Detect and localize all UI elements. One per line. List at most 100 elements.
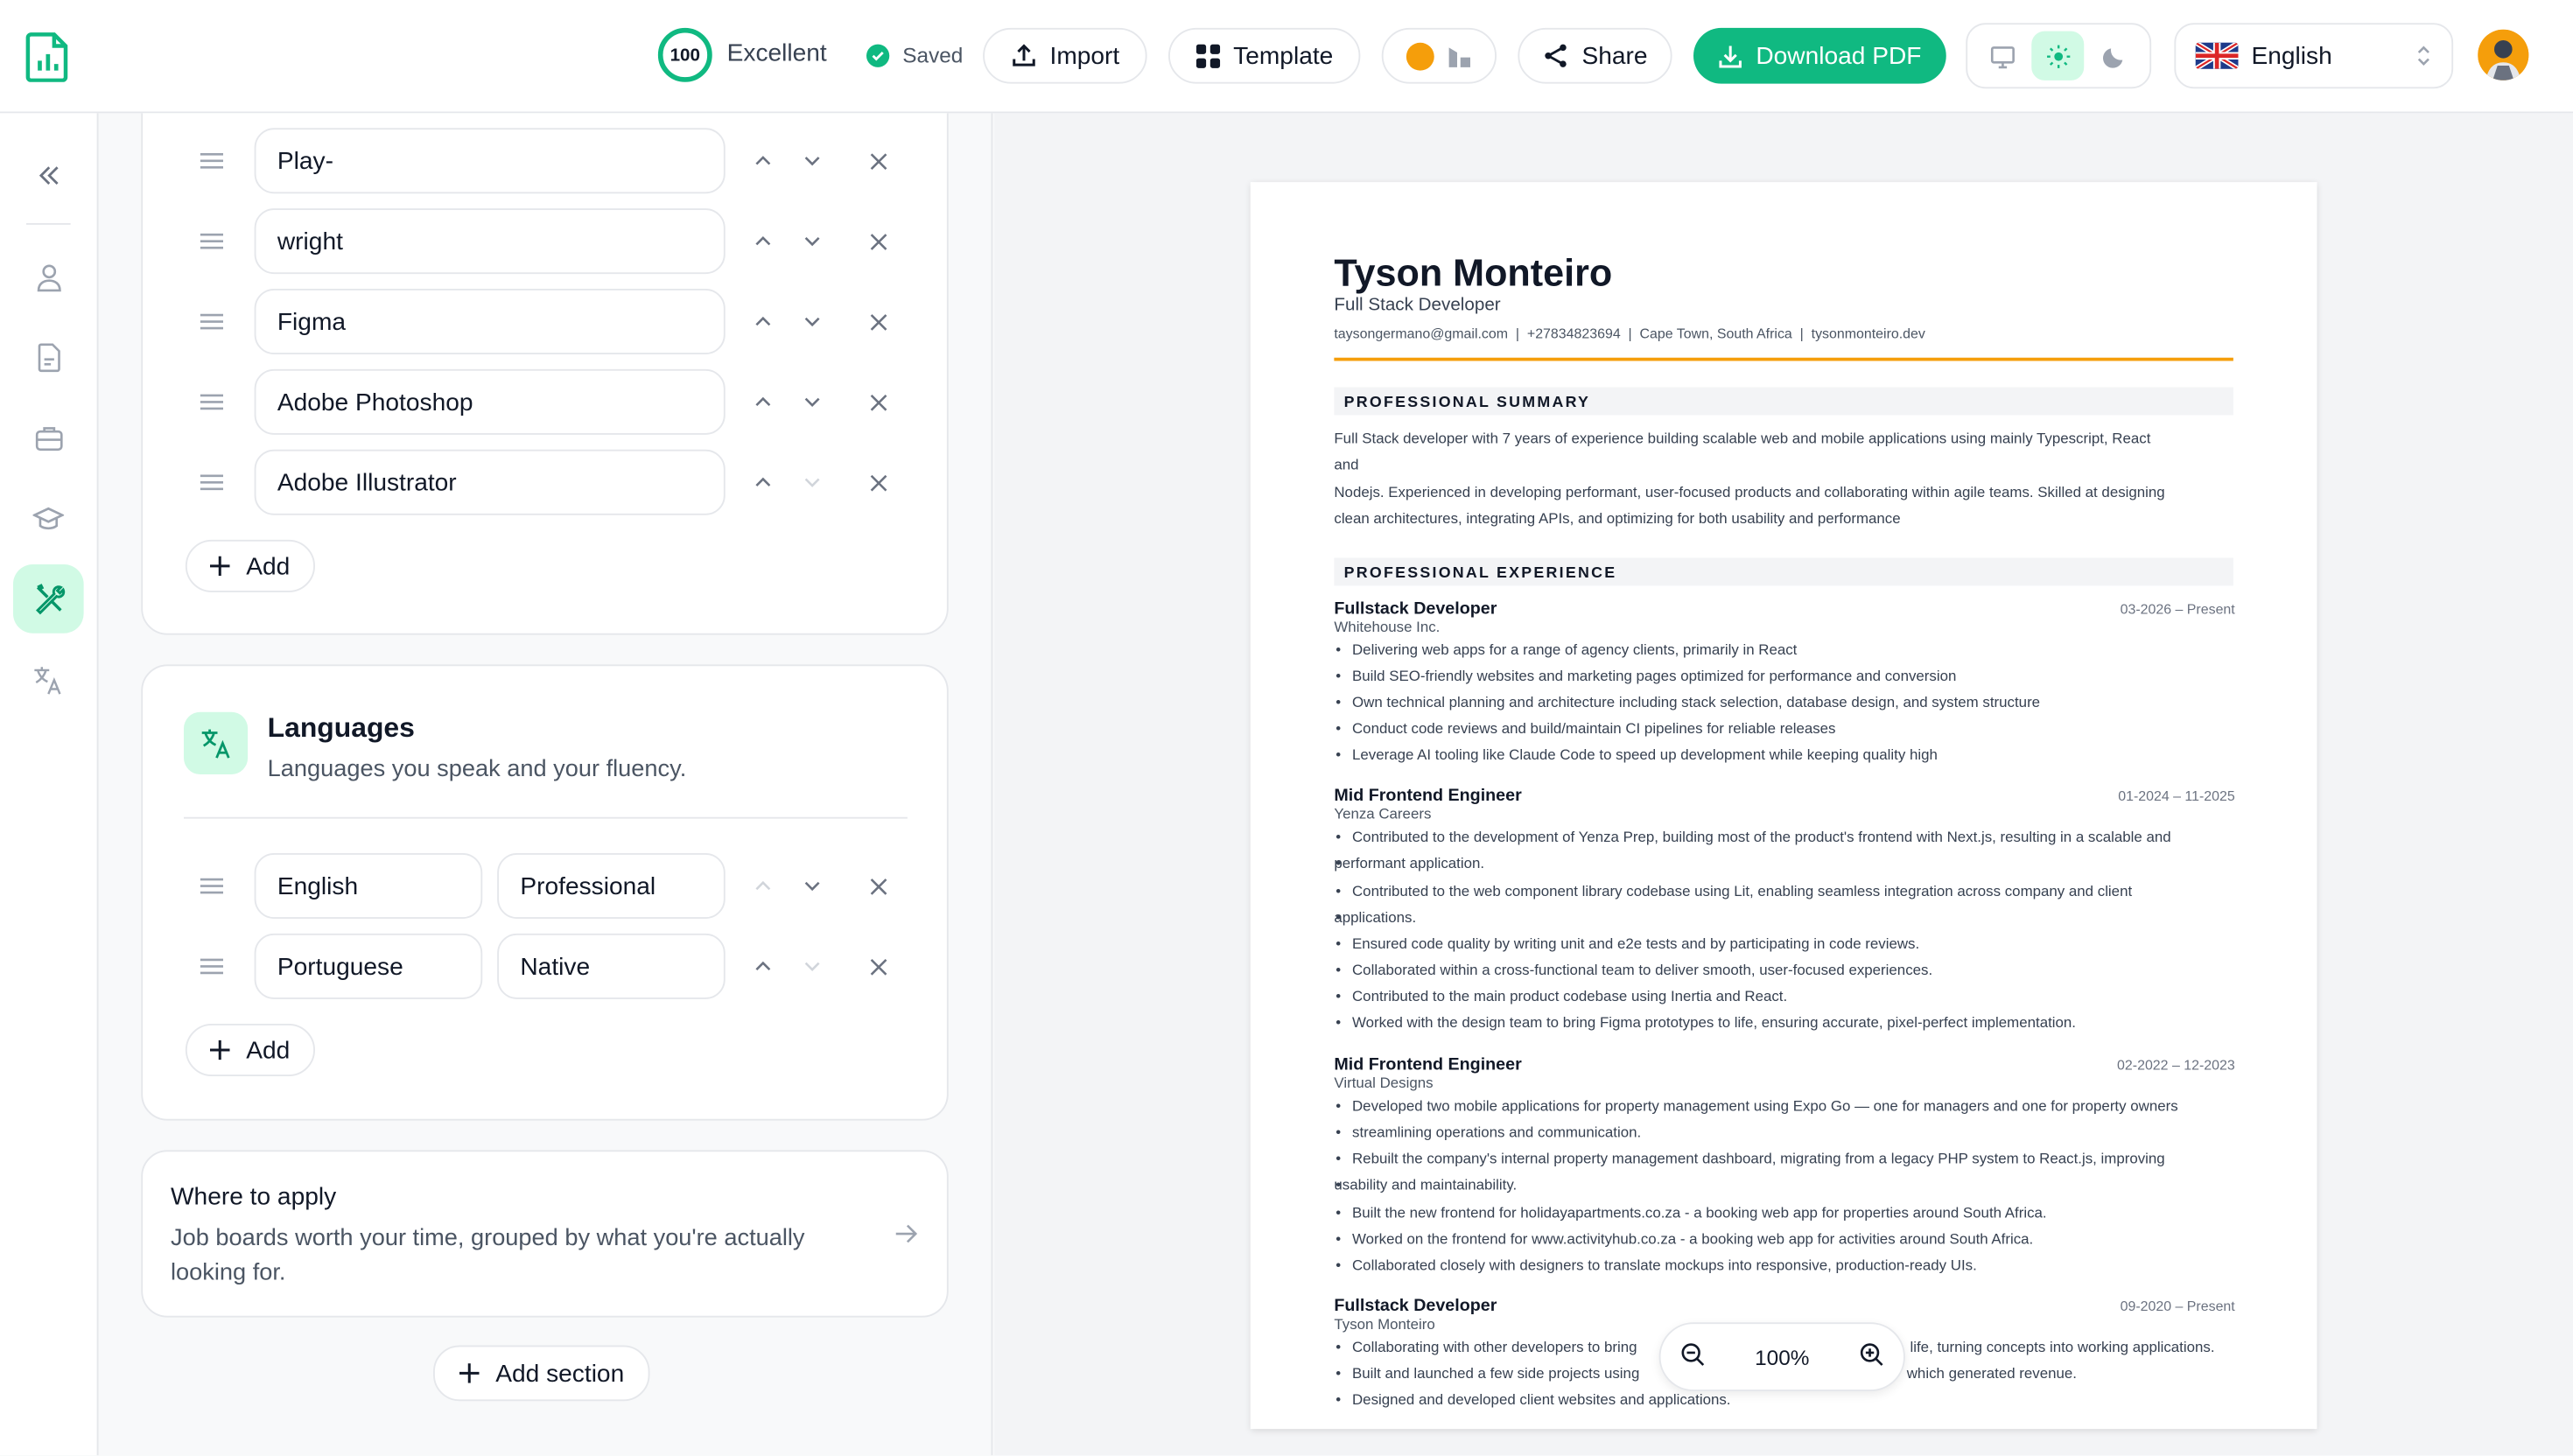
job-title: Fullstack Developer [1334, 598, 1497, 619]
job-bullets: Developed two mobile applications for pr… [1334, 1093, 2233, 1278]
sidebar-item-collapse[interactable] [13, 141, 84, 210]
drag-handle-icon[interactable] [200, 874, 223, 897]
close-icon [869, 878, 887, 894]
skill-input[interactable]: Play- [254, 128, 726, 194]
sidebar-item-experience[interactable] [13, 403, 84, 472]
job-bullet: Ensured code quality by writing unit and… [1334, 930, 2233, 956]
skill-input[interactable]: wright [254, 208, 726, 275]
drag-handle-icon[interactable] [200, 310, 223, 332]
move-down-button[interactable] [799, 148, 825, 174]
move-up-button[interactable] [750, 388, 776, 415]
fluency-input[interactable]: Professional [497, 853, 726, 919]
drag-handle-icon[interactable] [200, 150, 223, 172]
sidebar-item-personal[interactable] [13, 243, 84, 312]
job-dates: 02-2022 – 12-2023 [2117, 1056, 2235, 1074]
remove-button[interactable] [865, 148, 891, 174]
remove-button[interactable] [865, 873, 891, 900]
monitor-icon [1990, 46, 2015, 68]
close-icon [869, 152, 887, 170]
chevron-down-icon [804, 881, 820, 892]
skill-input[interactable]: Adobe Illustrator [254, 449, 726, 515]
language-select-value: English [2251, 41, 2332, 70]
drag-handle-icon[interactable] [200, 390, 223, 413]
move-down-button[interactable] [799, 873, 825, 900]
job-bullet: Collaborated within a cross-functional t… [1334, 956, 2233, 983]
resume-contact: taysongermano@gmail.com | +27834823694 |… [1334, 325, 1925, 341]
summary-line: and [1334, 456, 1359, 472]
sun-icon [2047, 44, 2071, 67]
language-select[interactable]: English [2174, 23, 2454, 89]
chevron-up-icon [755, 236, 771, 246]
briefcase-icon [34, 427, 62, 452]
document-icon [37, 343, 60, 373]
add-language-button[interactable]: Add [185, 1024, 315, 1076]
move-up-button[interactable] [750, 148, 776, 174]
add-section-button[interactable]: Add section [433, 1345, 651, 1402]
move-down-button[interactable] [799, 309, 825, 335]
template-button[interactable]: Template [1168, 27, 1361, 84]
job-bullet-continuation: usability and maintainability. [1334, 1172, 2233, 1198]
where-to-apply-card[interactable]: Where to apply Job boards worth your tim… [141, 1150, 949, 1318]
remove-button[interactable] [865, 953, 891, 979]
import-button[interactable]: Import [983, 27, 1147, 84]
drag-handle-icon[interactable] [200, 230, 223, 253]
plus-icon [210, 556, 230, 577]
sidebar-item-summary[interactable] [13, 323, 84, 392]
zoom-in-button[interactable] [1859, 1342, 1883, 1372]
sidebar-nav [0, 113, 99, 1456]
user-icon [36, 264, 60, 292]
section-divider [184, 816, 908, 819]
resume-score-value: 100 [670, 45, 701, 66]
move-up-button[interactable] [750, 309, 776, 335]
move-up-button[interactable] [750, 469, 776, 495]
chevron-up-icon [755, 880, 771, 891]
remove-button[interactable] [865, 469, 891, 495]
remove-button[interactable] [865, 388, 891, 415]
where-to-apply-line: looking for. [171, 1260, 286, 1286]
sidebar-item-skills[interactable] [13, 564, 84, 634]
drag-handle-icon[interactable] [200, 471, 223, 494]
move-up-button[interactable] [750, 228, 776, 255]
job-dates: 03-2026 – Present [2120, 600, 2235, 617]
dark-mode-button[interactable] [2089, 32, 2142, 80]
job-bullet: Contributed to the development of Yenza … [1334, 823, 2233, 850]
skill-row: Play- [143, 128, 950, 194]
share-button[interactable]: Share [1518, 27, 1672, 84]
move-up-button [750, 873, 776, 900]
experience-heading: PROFESSIONAL EXPERIENCE [1334, 557, 2233, 586]
skill-input[interactable]: Adobe Photoshop [254, 368, 726, 435]
monitor-mode-button[interactable] [1976, 32, 2029, 80]
translate-icon [34, 666, 61, 694]
chevron-down-icon [804, 478, 820, 487]
skill-input[interactable]: Figma [254, 289, 726, 354]
zoom-out-button[interactable] [1680, 1342, 1705, 1372]
drag-handle-icon[interactable] [200, 955, 223, 977]
remove-button[interactable] [865, 309, 891, 335]
download-pdf-button[interactable]: Download PDF [1693, 27, 1946, 84]
resume-score-ring[interactable]: 100 [657, 27, 712, 82]
job-dates: 01-2024 – 11-2025 [2118, 788, 2235, 804]
sidebar-item-languages[interactable] [13, 645, 84, 714]
job-bullet: Contributed to the web component library… [1334, 878, 2233, 904]
sidebar-item-education[interactable] [13, 484, 84, 553]
app-logo-icon[interactable] [23, 30, 72, 83]
theme-color-button[interactable] [1381, 27, 1497, 84]
user-avatar[interactable] [2478, 29, 2529, 80]
job-bullets: Contributed to the development of Yenza … [1334, 823, 2233, 1035]
language-input[interactable]: English [254, 853, 483, 919]
tools-icon [35, 584, 65, 615]
summary-line: Full Stack developer with 7 years of exp… [1334, 430, 2151, 446]
language-input[interactable]: Portuguese [254, 933, 483, 999]
move-down-button[interactable] [799, 388, 825, 415]
zoom-control: 100% [1658, 1322, 1905, 1391]
languages-description: Languages you speak and your fluency. [267, 756, 687, 783]
language-row: English Professional [143, 853, 950, 919]
add-skill-button[interactable]: Add [185, 539, 315, 592]
editor-panel: Play- wright Figma Adobe Photoshop Adobe… [98, 113, 993, 1456]
light-mode-button[interactable] [2032, 31, 2086, 80]
fluency-input[interactable]: Native [497, 933, 726, 999]
move-down-button[interactable] [799, 228, 825, 255]
move-up-button[interactable] [750, 953, 776, 979]
remove-button[interactable] [865, 228, 891, 255]
job-bullets: Delivering web apps for a range of agenc… [1334, 637, 2233, 768]
